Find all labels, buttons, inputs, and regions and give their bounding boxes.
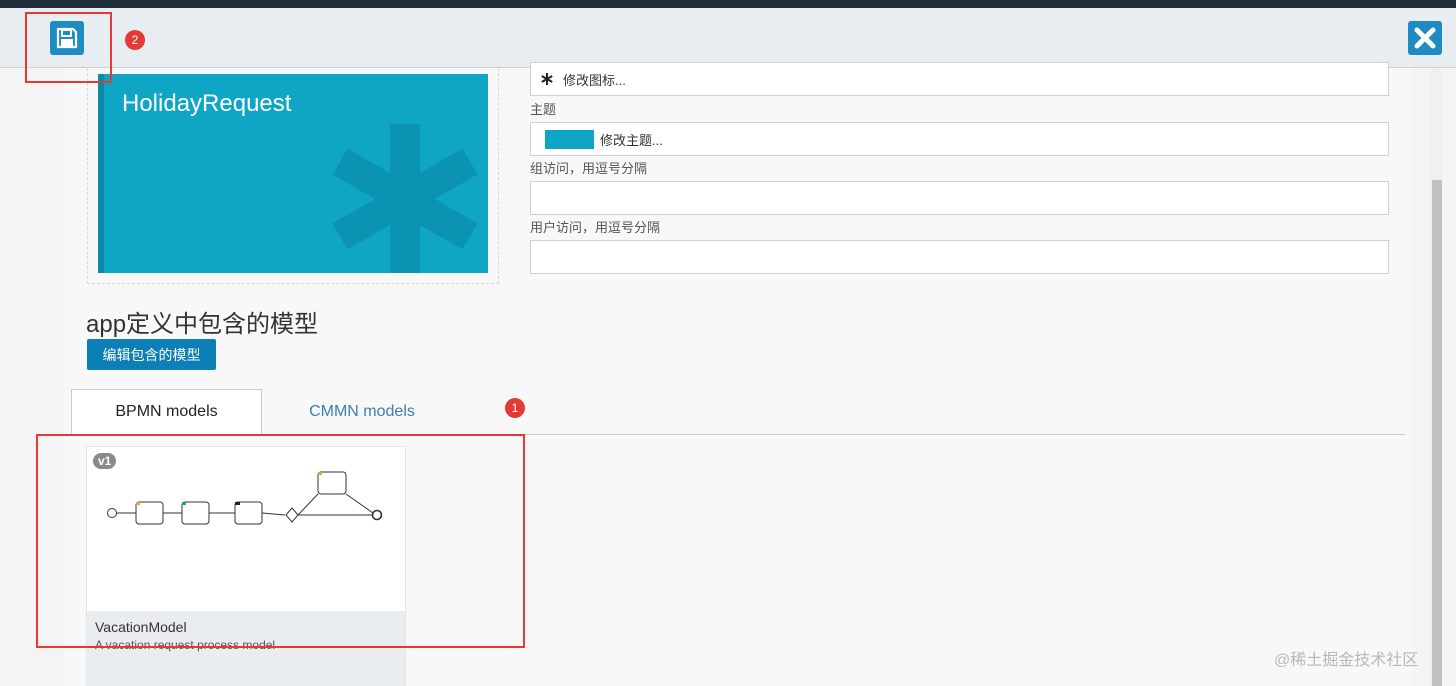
annotation-box-models bbox=[36, 434, 525, 648]
group-access-value bbox=[531, 182, 1388, 214]
annotation-box-save bbox=[25, 12, 112, 83]
tab-cmmn-models[interactable]: CMMN models bbox=[262, 389, 462, 435]
scrollbar-thumb[interactable] bbox=[1432, 180, 1442, 686]
close-x-icon bbox=[1414, 27, 1436, 49]
theme-color-swatch bbox=[545, 129, 594, 149]
user-access-label: 用户访问，用逗号分隔 bbox=[530, 220, 661, 235]
app-preview-tile: HolidayRequest bbox=[98, 74, 488, 273]
group-access-input[interactable] bbox=[530, 181, 1389, 215]
watermark-text: @稀土掘金技术社区 bbox=[1274, 652, 1419, 669]
group-access-label: 组访问，用逗号分隔 bbox=[530, 161, 648, 176]
top-header-strip bbox=[0, 0, 1456, 14]
asterisk-small-icon bbox=[541, 73, 553, 85]
toolbar bbox=[0, 8, 1456, 68]
models-section-title: app定义中包含的模型 bbox=[86, 311, 319, 338]
theme-label: 主题 bbox=[530, 102, 557, 117]
theme-selector-label: 修改主题... bbox=[600, 132, 663, 148]
tab-bpmn-models[interactable]: BPMN models bbox=[71, 389, 262, 435]
theme-selector[interactable]: 修改主题... bbox=[530, 122, 1389, 156]
user-access-value bbox=[531, 241, 1388, 273]
icon-selector[interactable]: 修改图标... bbox=[530, 62, 1389, 96]
annotation-badge-2: 2 bbox=[125, 30, 145, 50]
app-preview-title: HolidayRequest bbox=[122, 90, 292, 117]
annotation-badge-1: 1 bbox=[505, 398, 525, 418]
user-access-input[interactable] bbox=[530, 240, 1389, 274]
edit-included-models-button[interactable]: 编辑包含的模型 bbox=[87, 339, 216, 370]
asterisk-icon bbox=[332, 124, 478, 273]
icon-selector-label: 修改图标... bbox=[563, 72, 626, 88]
close-button[interactable] bbox=[1408, 21, 1442, 55]
